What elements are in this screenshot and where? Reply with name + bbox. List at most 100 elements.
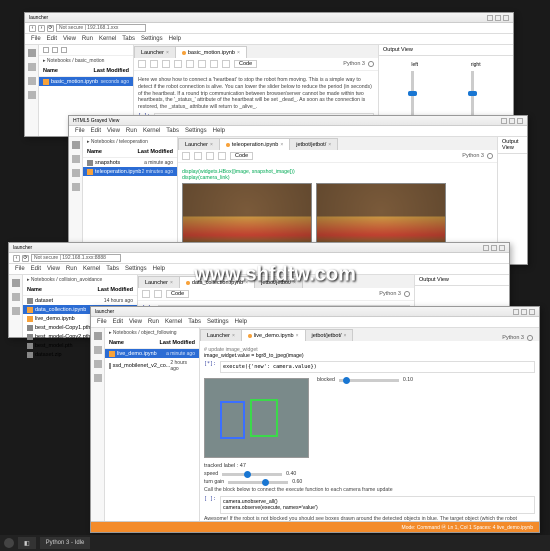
menu-run[interactable]: Run [148, 319, 159, 325]
back-icon[interactable]: ‹ [29, 25, 36, 32]
stop-button[interactable] [210, 60, 218, 68]
menu-edit[interactable]: Edit [31, 266, 41, 272]
add-cell-button[interactable] [194, 152, 202, 160]
tab-launcher[interactable]: Launcher× [138, 276, 180, 288]
refresh-icon[interactable] [61, 47, 67, 53]
tab-launcher[interactable]: Launcher× [134, 46, 176, 58]
add-cell-button[interactable] [150, 60, 158, 68]
menu-run[interactable]: Run [126, 128, 137, 134]
menu-run[interactable]: Run [82, 36, 93, 42]
close-icon[interactable]: × [237, 50, 240, 56]
tab-launcher[interactable]: Launcher× [200, 329, 242, 341]
close-button[interactable] [529, 309, 535, 315]
menu-kernel[interactable]: Kernel [99, 36, 116, 42]
minimize-button[interactable] [501, 118, 507, 124]
maximize-button[interactable] [495, 15, 501, 21]
maximize-button[interactable] [521, 309, 527, 315]
menu-file[interactable]: File [75, 128, 85, 134]
menu-edit[interactable]: Edit [47, 36, 57, 42]
running-icon[interactable] [72, 155, 80, 163]
titlebar[interactable]: launcher [9, 243, 509, 253]
titlebar[interactable]: launcher [25, 13, 513, 23]
minimize-button[interactable] [513, 309, 519, 315]
tab-notebook[interactable]: data_collection.ipynb× [179, 276, 255, 288]
folder-icon[interactable] [72, 141, 80, 149]
menu-tabs[interactable]: Tabs [122, 36, 135, 42]
paste-button[interactable] [186, 60, 194, 68]
tab-folder[interactable]: jetbot/jetbot/× [254, 276, 303, 288]
run-button[interactable] [206, 152, 214, 160]
file-row[interactable]: snapshotsa minute ago [83, 158, 177, 167]
reload-icon[interactable]: ⟳ [47, 25, 54, 32]
close-icon[interactable]: × [245, 280, 248, 286]
tab-folder[interactable]: jetbot/jetbot/× [305, 329, 354, 341]
file-row[interactable]: dataset14 hours ago [23, 296, 137, 305]
commands-icon[interactable] [28, 77, 36, 85]
tabs-icon[interactable] [72, 183, 80, 191]
speed-slider[interactable] [222, 473, 282, 476]
close-icon[interactable]: × [166, 50, 169, 56]
taskbar-item-active[interactable]: Python 3 - Idle [40, 537, 91, 549]
close-button[interactable] [517, 118, 523, 124]
commands-icon[interactable] [94, 360, 102, 368]
close-icon[interactable]: × [232, 333, 235, 339]
url-field[interactable]: Not secure | 192.168.1.xxx [56, 24, 146, 32]
titlebar[interactable]: launcher [91, 307, 539, 317]
tab-notebook[interactable]: basic_motion.ipynb× [175, 46, 247, 58]
copy-button[interactable] [174, 60, 182, 68]
menu-run[interactable]: Run [66, 266, 77, 272]
tab-output[interactable]: Output View [379, 45, 513, 56]
menu-view[interactable]: View [63, 36, 76, 42]
menu-help[interactable]: Help [169, 36, 181, 42]
celltype-select[interactable]: Code [166, 290, 189, 298]
close-button[interactable] [499, 245, 505, 251]
close-icon[interactable]: × [293, 280, 296, 286]
restart-button[interactable] [222, 60, 230, 68]
file-row[interactable]: basic_motion.ipynb seconds ago [39, 77, 133, 86]
file-row[interactable]: ssd_mobilenet_v2_co...2 hours ago [105, 358, 199, 373]
tabs-icon[interactable] [94, 374, 102, 382]
code-cell[interactable]: display(widgets.HBox([image, snapshot_im… [182, 169, 493, 181]
running-icon[interactable] [12, 293, 20, 301]
menu-tabs[interactable]: Tabs [188, 319, 201, 325]
breadcrumb[interactable]: ▸ Notebooks / object_following [105, 328, 199, 338]
celltype-select[interactable]: Code [234, 60, 257, 68]
back-icon[interactable]: ‹ [13, 255, 20, 262]
menu-settings[interactable]: Settings [141, 36, 163, 42]
menu-tabs[interactable]: Tabs [106, 266, 119, 272]
menu-settings[interactable]: Settings [207, 319, 229, 325]
tab-notebook[interactable]: teleoperation.ipynb× [219, 138, 290, 150]
folder-icon[interactable] [94, 332, 102, 340]
menu-tabs[interactable]: Tabs [166, 128, 179, 134]
close-icon[interactable]: × [328, 142, 331, 148]
menu-kernel[interactable]: Kernel [83, 266, 100, 272]
close-icon[interactable]: × [170, 280, 173, 286]
turn-slider[interactable] [228, 481, 288, 484]
titlebar[interactable]: HTML5 Grayed View [69, 116, 527, 126]
kernel-name[interactable]: Python 3 [343, 61, 365, 67]
forward-icon[interactable]: › [38, 25, 45, 32]
cut-button[interactable] [162, 60, 170, 68]
save-button[interactable] [138, 60, 146, 68]
commands-icon[interactable] [12, 307, 20, 315]
menu-view[interactable]: View [107, 128, 120, 134]
code-cell[interactable]: camera.unobserve_all() camera.observe(ex… [220, 496, 535, 514]
breadcrumb[interactable]: ▸ Notebooks / collision_avoidance [23, 275, 137, 285]
new-folder-icon[interactable] [43, 47, 49, 53]
close-icon[interactable]: × [280, 142, 283, 148]
close-icon[interactable]: × [344, 333, 347, 339]
celltype-select[interactable]: Code [230, 152, 253, 160]
minimize-button[interactable] [483, 245, 489, 251]
close-icon[interactable]: × [296, 333, 299, 339]
tab-launcher[interactable]: Launcher× [178, 138, 220, 150]
menu-help[interactable]: Help [213, 128, 225, 134]
markdown-cell[interactable]: Call the block below to connect the exec… [204, 487, 535, 494]
folder-icon[interactable] [12, 279, 20, 287]
menu-edit[interactable]: Edit [91, 128, 101, 134]
breadcrumb[interactable]: ▸ Notebooks / basic_motion [39, 56, 133, 66]
maximize-button[interactable] [491, 245, 497, 251]
save-button[interactable] [182, 152, 190, 160]
minimize-button[interactable] [487, 15, 493, 21]
markdown-cell[interactable]: Here we show how to connect a 'heartbeat… [138, 77, 374, 111]
menu-kernel[interactable]: Kernel [143, 128, 160, 134]
